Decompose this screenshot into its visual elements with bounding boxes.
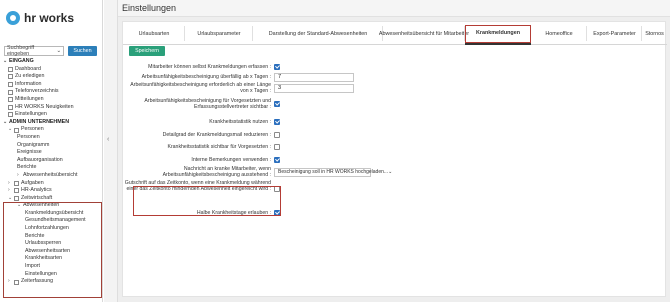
setting-number-input[interactable]: 7 (274, 72, 354, 82)
highlight-frame-setting (133, 186, 281, 216)
chevron-down-icon: ⌄ (388, 168, 393, 175)
setting-label: Detailgrad der Krankmeldungsmail reduzie… (162, 132, 271, 138)
sidebar-item-label: Personen (21, 126, 44, 133)
sidebar-item[interactable]: Ereignisse (3, 149, 103, 157)
sidebar-item[interactable]: ⌄ EINGANG (3, 58, 103, 66)
settings-card: Urlaubsarten Urlaubsparameter Darstellung … (122, 21, 667, 297)
sidebar-item-label: HR-Analytics (21, 187, 52, 194)
tab-bar: Urlaubsarten Urlaubsparameter Darstellung … (123, 22, 667, 45)
sidebar-item[interactable]: Zu erledigen (3, 73, 103, 81)
sidebar-item[interactable]: Telefonverzeichnis (3, 88, 103, 96)
setting-label: Arbeitsunfähigkeitsbescheinigung für Vor… (144, 98, 271, 110)
search-select-value: Suchbegriff eingeben (7, 45, 35, 57)
sidebar-item-label: Einstellungen (15, 111, 47, 118)
sidebar-item-label: Abwesenheitsübersicht (23, 171, 78, 178)
sidebar-collapse-handle[interactable]: ‹ (104, 0, 118, 302)
sidebar-item[interactable]: Berichte (3, 164, 103, 172)
sidebar-item[interactable]: › Aufgaben (3, 180, 103, 188)
sidebar-item-label: Telefonverzeichnis (15, 88, 59, 95)
sidebar-item[interactable]: ⌄ Personen (3, 126, 103, 134)
sidebar: hr works Suchbegriff eingeben ⌄ Suchen ⌄… (0, 0, 103, 302)
tab[interactable]: Export-Parameter (587, 22, 642, 45)
sidebar-item-label: Ereignisse (17, 149, 42, 156)
setting-label: Nachricht an kranke Mitarbeiter, wenn Ar… (162, 166, 271, 178)
main-area: Urlaubsarten Urlaubsparameter Darstellung … (118, 17, 670, 302)
setting-checkbox[interactable] (274, 132, 280, 138)
folder-icon (14, 195, 19, 201)
sidebar-item-label: Aufgaben (21, 179, 44, 186)
app-window: hr works Suchbegriff eingeben ⌄ Suchen ⌄… (0, 0, 670, 302)
brand-logo[interactable]: hr works (6, 10, 74, 26)
page-icon (8, 82, 13, 88)
brand-name: hr works (24, 11, 75, 25)
sidebar-item[interactable]: Aufbauorganisation (3, 157, 103, 165)
highlight-frame-sidebar (3, 202, 102, 298)
sidebar-item-label: HR WORKS Neuigkeiten (15, 103, 74, 110)
page-icon (8, 97, 13, 103)
highlight-frame-tab (465, 25, 531, 43)
sidebar-item-label: ADMIN UNTERNEHMEN (9, 118, 70, 125)
sidebar-item[interactable]: Personen (3, 134, 103, 142)
sidebar-item-label: Information (15, 80, 42, 87)
setting-number-input[interactable]: 3 (274, 83, 354, 93)
page-icon (8, 89, 13, 95)
sidebar-item-label: EINGANG (9, 58, 34, 64)
tab[interactable]: Darstellung der Standard-Abwesenheiten (253, 22, 383, 45)
sidebar-item-label: Organigramm (17, 141, 50, 148)
setting-select[interactable]: Bescheinigung soll in HR WORKS hochgelad… (274, 167, 392, 177)
setting-label: Krankheitsstatistik nutzen : (209, 119, 271, 125)
setting-label: Arbeitsunfähigkeitsbescheinigung überfäl… (141, 74, 271, 80)
search-select[interactable]: Suchbegriff eingeben ⌄ (4, 45, 64, 57)
sidebar-item[interactable]: Organigramm (3, 142, 103, 150)
setting-select-value: Bescheinigung soll in HR WORKS hochgelad… (278, 168, 389, 175)
setting-label: Arbeitsunfähigkeitsbescheinigung erforde… (130, 82, 271, 94)
search-button[interactable]: Suchen (68, 46, 97, 56)
folder-icon (14, 127, 19, 133)
chevron-left-icon: ‹ (107, 136, 110, 143)
setting-label: Interne Bemerkungen verwenden : (191, 157, 271, 163)
sidebar-item-label: Personen (17, 133, 40, 140)
page-title: Einstellungen (122, 3, 177, 13)
tab[interactable]: Abwesenheitsübersicht für Mitarbeiter (379, 22, 469, 45)
sidebar-item-label: Aufbauorganisation (17, 156, 63, 163)
tab[interactable]: Homeoffice (531, 22, 587, 45)
setting-checkbox[interactable] (274, 144, 280, 150)
search-bar: Suchbegriff eingeben ⌄ Suchen (4, 45, 97, 57)
page-icon (8, 104, 13, 110)
logo-icon (6, 11, 20, 25)
page-header: Einstellungen (118, 0, 670, 17)
setting-label: Mitarbeiter können selbst Krankmeldungen… (148, 64, 271, 70)
sidebar-item[interactable]: Information (3, 81, 103, 89)
page-icon (8, 112, 13, 118)
setting-label: Krankheitsstatistik sichtbar für Vorgese… (167, 144, 271, 150)
sidebar-item[interactable]: Mitteilungen (3, 96, 103, 104)
setting-checkbox[interactable] (274, 64, 280, 70)
save-button[interactable]: Speichern (129, 46, 165, 56)
chevron-down-icon: ⌄ (56, 48, 61, 54)
sidebar-item[interactable]: Einstellungen (3, 111, 103, 119)
sidebar-item[interactable]: ⌄ ADMIN UNTERNEHMEN (3, 119, 103, 127)
folder-icon (14, 188, 19, 194)
setting-checkbox[interactable] (274, 101, 280, 107)
sidebar-item-label: Zu erledigen (15, 73, 45, 80)
sidebar-item[interactable]: › HR-Analytics (3, 187, 103, 195)
tab[interactable]: Stornos (642, 22, 667, 45)
page-icon (8, 74, 13, 80)
sidebar-item-label: Dashboard (15, 65, 41, 72)
setting-checkbox[interactable] (274, 119, 280, 125)
page-icon (8, 66, 13, 72)
tab[interactable]: Urlaubsparameter (185, 22, 253, 45)
folder-icon (14, 180, 19, 186)
sidebar-item[interactable]: › Abwesenheitsübersicht (3, 172, 103, 180)
sidebar-item[interactable]: HR WORKS Neuigkeiten (3, 104, 103, 112)
sidebar-item-label: Mitteilungen (15, 95, 44, 102)
tab[interactable]: Urlaubsarten (123, 22, 185, 45)
sidebar-item[interactable]: Dashboard (3, 66, 103, 74)
sidebar-item-label: Berichte (17, 164, 37, 171)
setting-checkbox[interactable] (274, 157, 280, 163)
